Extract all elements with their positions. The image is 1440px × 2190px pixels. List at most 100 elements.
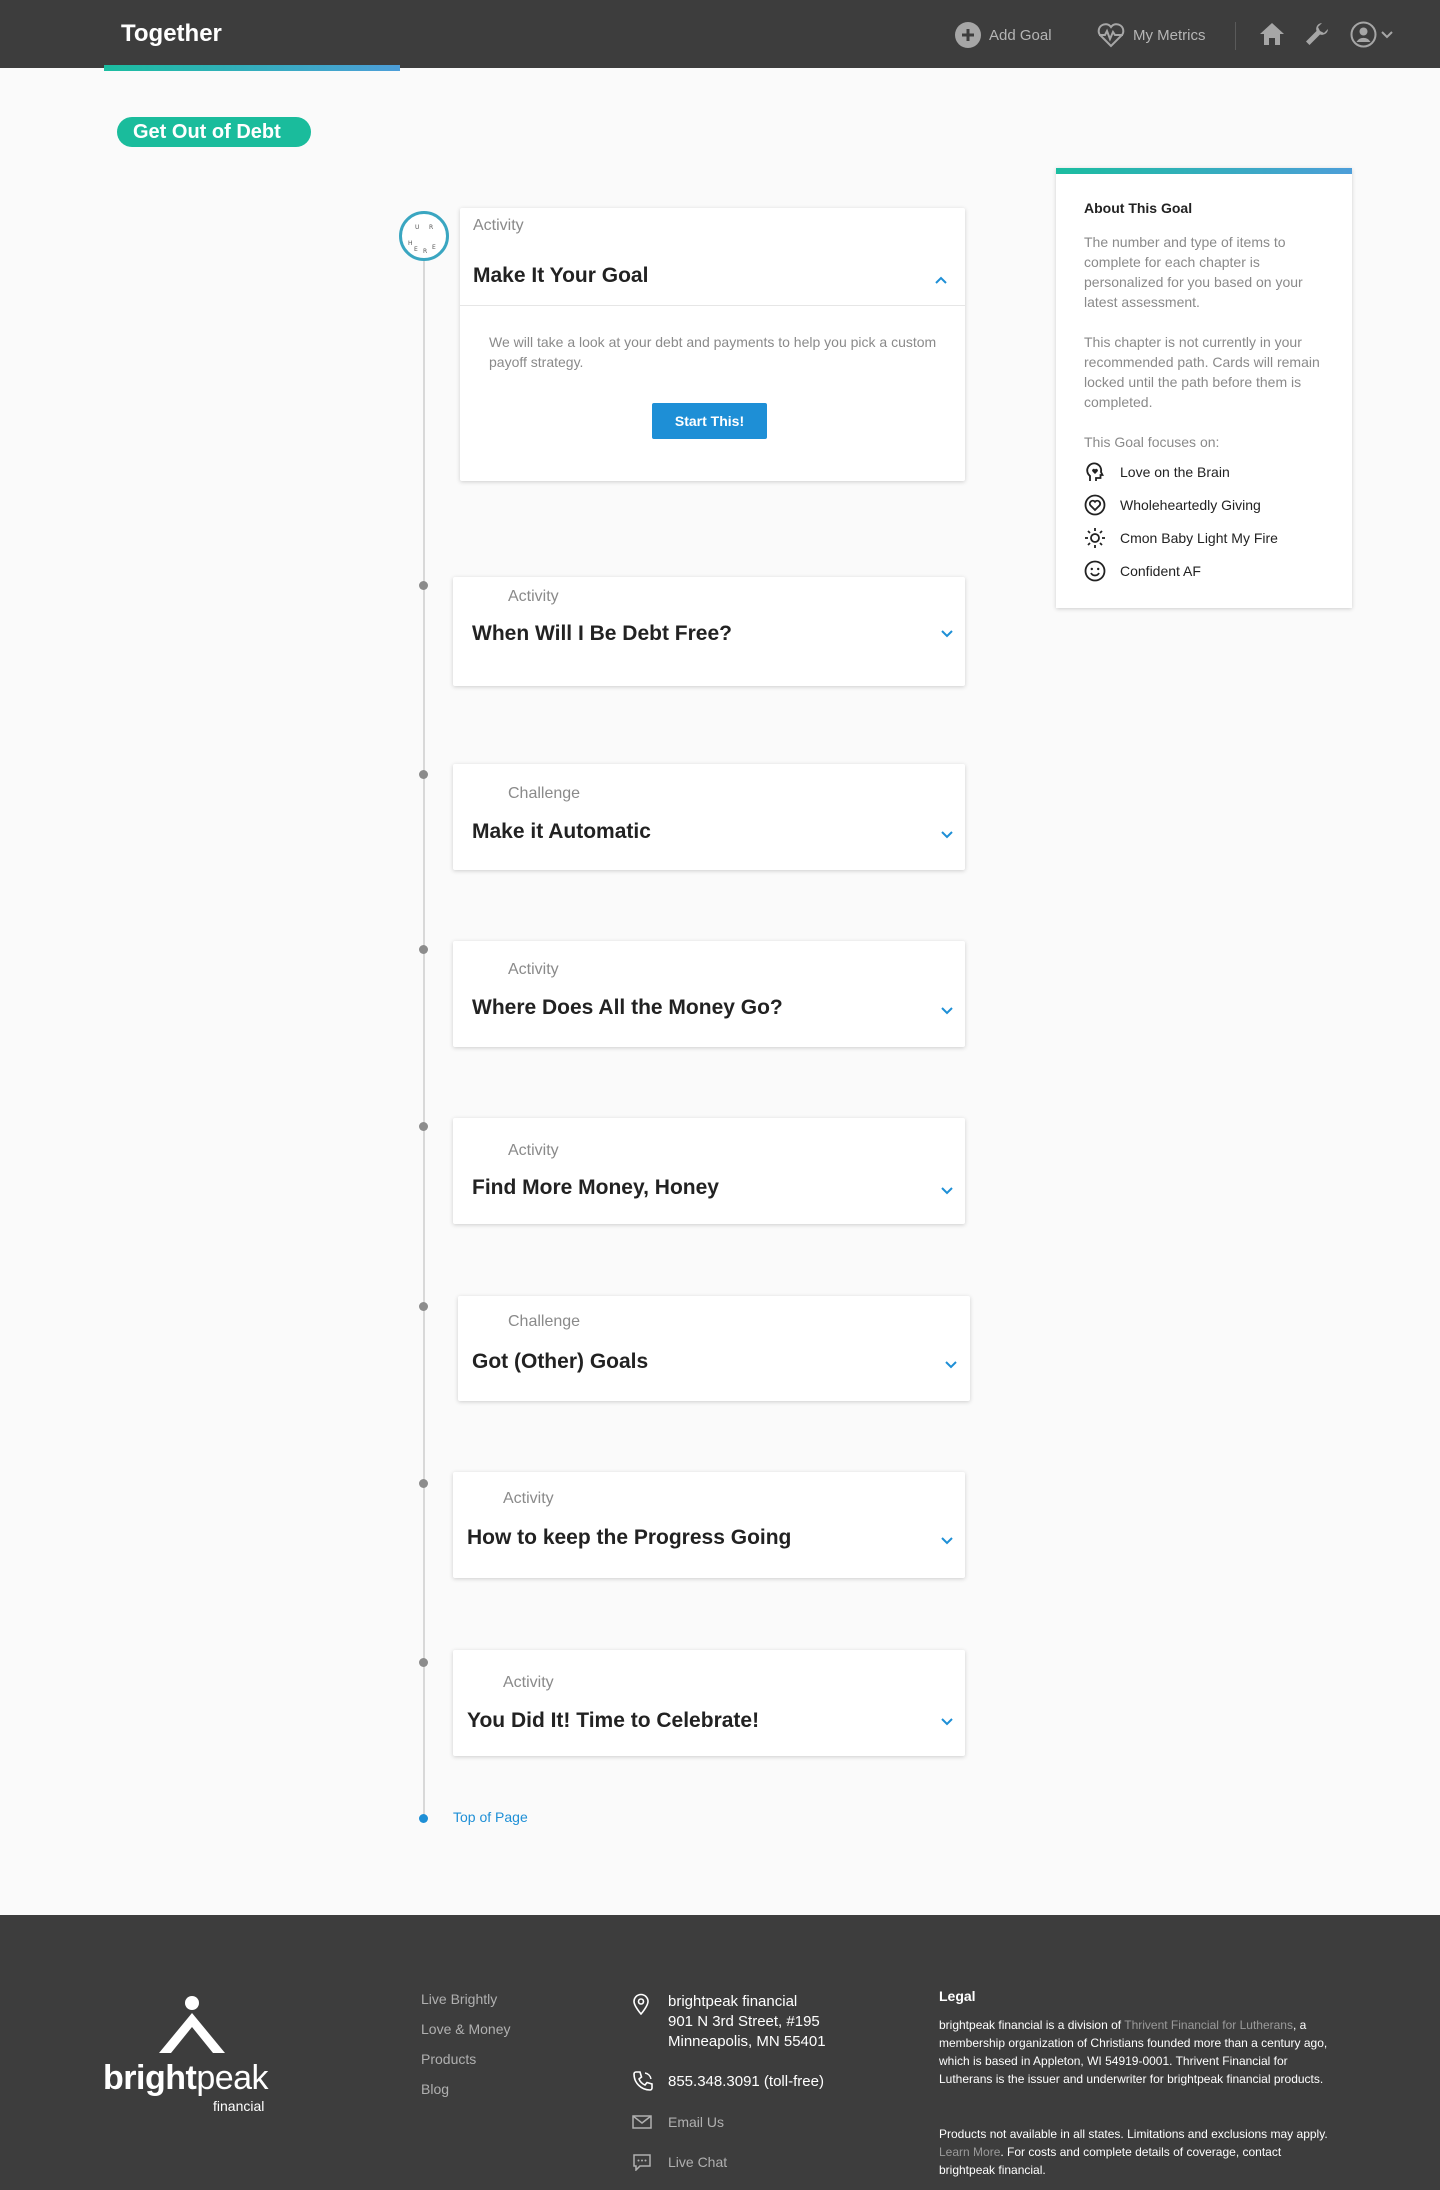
- timeline-dot: [419, 1658, 428, 1667]
- card-description: We will take a look at your debt and pay…: [489, 334, 937, 370]
- chevron-down-icon[interactable]: [940, 830, 954, 840]
- home-icon[interactable]: [1258, 20, 1286, 48]
- badge-letter: E: [432, 244, 436, 251]
- heart-pulse-icon: [1097, 23, 1125, 48]
- my-metrics-label: My Metrics: [1133, 26, 1206, 44]
- card-title[interactable]: Make It Your Goal: [473, 264, 648, 288]
- badge-letter: R: [423, 248, 428, 255]
- activity-card[interactable]: Activity When Will I Be Debt Free?: [453, 577, 965, 686]
- card-type: Challenge: [508, 785, 581, 802]
- badge-letter: U: [415, 224, 420, 231]
- card-title: You Did It! Time to Celebrate!: [467, 1709, 760, 1732]
- sun-icon: [1085, 528, 1105, 548]
- plus-circle-icon: [955, 22, 981, 48]
- app-brand[interactable]: Together: [121, 20, 222, 48]
- logo-light: peak: [196, 2059, 269, 2097]
- focus-label: Love on the Brain: [1120, 464, 1230, 480]
- legal-text: brightpeak financial is a division of: [939, 2018, 1125, 2032]
- chat-icon: [633, 2154, 651, 2171]
- footer-chat-link[interactable]: Live Chat: [668, 2152, 727, 2172]
- footer-link-blog[interactable]: Blog: [421, 2081, 449, 2097]
- activity-card[interactable]: Activity Where Does All the Money Go?: [453, 941, 965, 1047]
- timeline-line: [423, 254, 425, 1818]
- chevron-down-icon: [1381, 30, 1393, 38]
- heart-circle-icon: [1084, 494, 1106, 516]
- card-title: Where Does All the Money Go?: [472, 996, 783, 1019]
- footer-phone[interactable]: 855.348.3091 (toll-free): [668, 2072, 824, 2092]
- activity-card[interactable]: Activity How to keep the Progress Going: [453, 1472, 965, 1578]
- card-title: When Will I Be Debt Free?: [472, 622, 732, 645]
- focus-label: This Goal focuses on:: [1084, 434, 1220, 450]
- card-type: Activity: [473, 217, 524, 234]
- badge-letter: R: [429, 224, 434, 231]
- footer-address: brightpeak financial 901 N 3rd Street, #…: [668, 1992, 826, 2052]
- about-goal-panel: About This Goal The number and type of i…: [1056, 168, 1352, 608]
- about-paragraph: This chapter is not currently in your re…: [1084, 334, 1320, 410]
- focus-label: Confident AF: [1120, 563, 1201, 579]
- timeline-dot: [419, 1302, 428, 1311]
- footer-link-live-brightly[interactable]: Live Brightly: [421, 1991, 497, 2007]
- logo-wordmark: brightpeak: [103, 2059, 269, 2098]
- focus-item: Love on the Brain: [1084, 461, 1230, 483]
- add-goal-label: Add Goal: [989, 26, 1052, 44]
- timeline-dot: [419, 945, 428, 954]
- challenge-card[interactable]: Challenge Make it Automatic: [453, 764, 965, 870]
- my-metrics-button[interactable]: My Metrics: [1097, 22, 1206, 48]
- about-paragraph: The number and type of items to complete…: [1084, 234, 1303, 310]
- card-title: How to keep the Progress Going: [467, 1526, 792, 1549]
- goal-title: Get Out of Debt: [117, 117, 311, 147]
- activity-card-expanded: Activity Make It Your Goal We will take …: [460, 208, 965, 481]
- wrench-icon[interactable]: [1303, 20, 1331, 48]
- badge-letter: E: [414, 246, 418, 253]
- learn-more-link[interactable]: Learn More: [939, 2145, 1000, 2159]
- add-goal-button[interactable]: Add Goal: [955, 22, 1052, 48]
- card-type: Activity: [503, 1490, 554, 1507]
- activity-card[interactable]: Activity You Did It! Time to Celebrate!: [453, 1650, 965, 1756]
- challenge-card[interactable]: Challenge Got (Other) Goals: [458, 1296, 970, 1401]
- logo-bold: bright: [103, 2059, 197, 2097]
- chevron-down-icon[interactable]: [940, 1186, 954, 1196]
- user-circle-icon: [1350, 21, 1377, 48]
- top-nav-bar: Together Add Goal My Metrics: [0, 0, 1440, 71]
- chevron-up-icon[interactable]: [934, 275, 948, 285]
- focus-item: Wholeheartedly Giving: [1084, 494, 1261, 516]
- card-type: Activity: [508, 588, 559, 605]
- chevron-down-icon[interactable]: [940, 629, 954, 639]
- card-type: Activity: [508, 1142, 559, 1159]
- legal-paragraph: Products not available in all states. Li…: [939, 2125, 1339, 2179]
- timeline-dot: [419, 581, 428, 590]
- activity-card[interactable]: Activity Find More Money, Honey: [453, 1118, 965, 1224]
- top-of-page-link[interactable]: Top of Page: [453, 1809, 528, 1825]
- chevron-down-icon[interactable]: [940, 1717, 954, 1727]
- smile-icon: [1084, 560, 1106, 582]
- about-accent-bar: [1056, 168, 1352, 174]
- thrivent-link[interactable]: Thrivent Financial for Lutherans: [1124, 2018, 1293, 2032]
- chevron-down-icon[interactable]: [940, 1536, 954, 1546]
- start-this-button[interactable]: Start This!: [652, 403, 767, 439]
- footer-link-love-money[interactable]: Love & Money: [421, 2021, 511, 2037]
- about-title: About This Goal: [1084, 200, 1193, 216]
- card-type: Activity: [508, 961, 559, 978]
- focus-label: Wholeheartedly Giving: [1120, 497, 1261, 513]
- legal-paragraph: brightpeak financial is a division of Th…: [939, 2016, 1339, 2088]
- account-menu[interactable]: [1350, 21, 1393, 48]
- card-divider: [460, 305, 965, 306]
- phone-icon: [633, 2071, 653, 2091]
- brand-active-indicator: [104, 65, 400, 71]
- timeline-end-dot: [419, 1814, 428, 1823]
- mail-icon: [632, 2115, 652, 2129]
- footer-link-products[interactable]: Products: [421, 2051, 476, 2067]
- footer-email-link[interactable]: Email Us: [668, 2112, 724, 2132]
- chevron-down-icon[interactable]: [944, 1360, 958, 1370]
- current-step-badge: U R H E R E: [399, 211, 449, 261]
- address-line: brightpeak financial: [668, 1993, 798, 2010]
- card-type: Challenge: [508, 1313, 581, 1330]
- chevron-down-icon[interactable]: [940, 1006, 954, 1016]
- card-title: Find More Money, Honey: [472, 1176, 719, 1199]
- nav-divider: [1235, 22, 1236, 50]
- card-title: Make it Automatic: [472, 820, 651, 843]
- badge-letter: H: [408, 240, 413, 247]
- brain-heart-icon: [1086, 462, 1104, 481]
- peak-figure-icon: [159, 1996, 225, 2053]
- legal-heading: Legal: [939, 1988, 976, 2004]
